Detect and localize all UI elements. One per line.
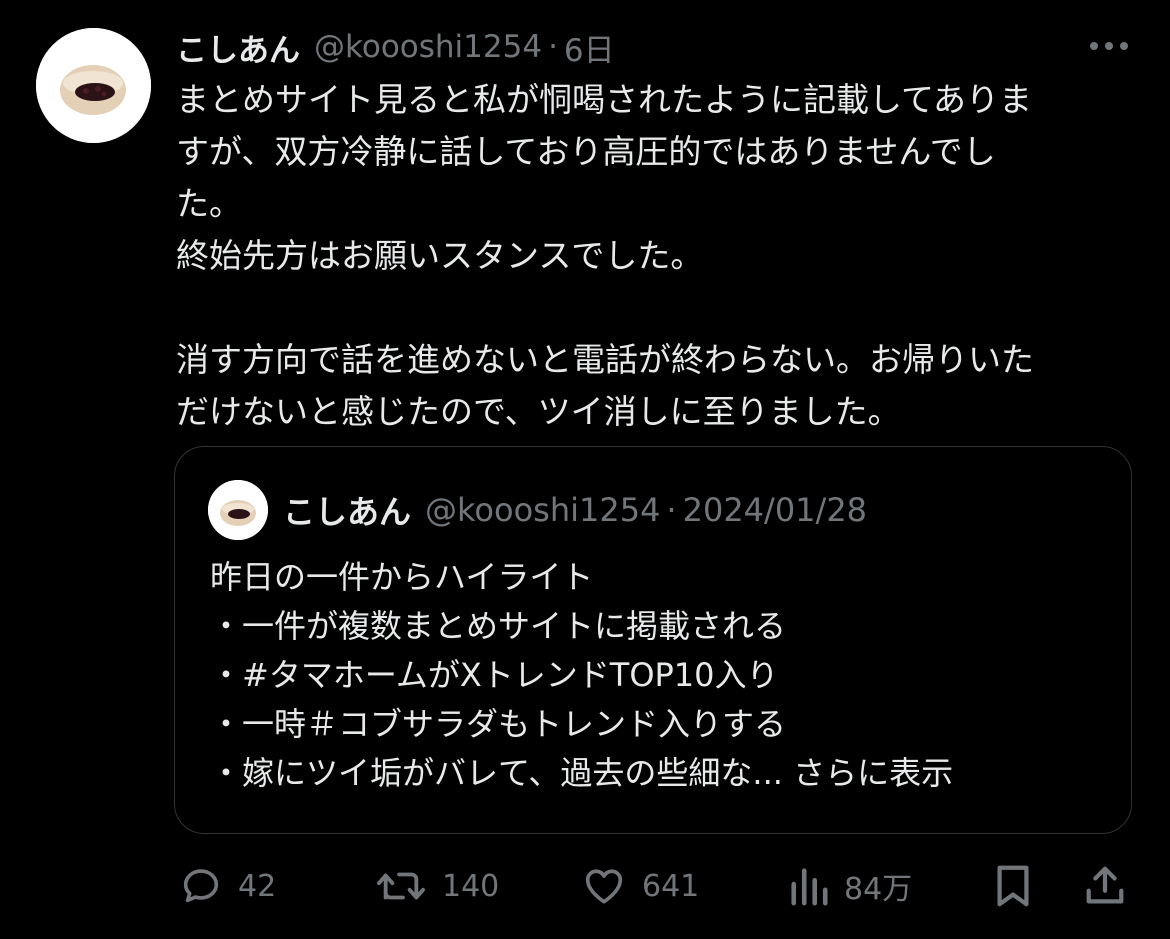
reply-button[interactable]: 42 [178,855,276,917]
quoted-text-line: ・一時＃コブサラダもトレンド入りする [210,705,787,743]
views-count: 84万 [844,872,913,907]
tweet-header: こしあん @koooshi1254 · 6日 [176,22,615,72]
quoted-text-last-line: ・嫁にツイ垢がバレて、過去の些細な... さらに表示 [210,749,1110,798]
action-bar: 42 140 641 84万 [0,855,1170,917]
avatar[interactable] [36,28,151,143]
quoted-display-name[interactable]: こしあん [283,487,411,533]
tweet-text-line: まとめサイト見ると私が恫喝されたように記載してありま [176,80,1033,119]
quoted-text-line: 昨日の一件からハイライト [210,558,594,596]
quoted-header: こしあん @koooshi1254 · 2024/01/28 [283,487,867,533]
bookmark-button[interactable] [990,855,1036,917]
show-more-link[interactable]: さらに表示 [793,754,953,792]
views-button[interactable]: 84万 [788,855,912,917]
quoted-separator-dot: · [666,491,677,529]
quoted-date[interactable]: 2024/01/28 [683,491,867,529]
tweet-text-line: た。 [176,184,242,223]
quoted-text-truncated: ・嫁にツイ垢がバレて、過去の些細な... [210,754,794,792]
tweet-text-blank-line [176,282,1136,334]
reply-count: 42 [238,868,277,904]
quoted-text-line: ・一件が複数まとめサイトに掲載される [210,607,787,645]
retweet-count: 140 [442,868,500,904]
quoted-avatar-image [208,480,268,540]
views-icon [791,868,828,906]
more-dots-icon [1090,42,1128,50]
quoted-avatar[interactable] [208,480,268,540]
quoted-text-line: ・#タマホームがXトレンドTOP10入り [210,656,779,694]
user-handle[interactable]: @koooshi1254 [314,29,542,65]
retweet-icon [377,872,425,900]
tweet-text-line: だけないと感じたので、ツイ消しに至りました。 [176,392,901,431]
tweet-text-line: 終始先方はお願いスタンスでした。 [176,236,704,275]
reply-icon [183,869,219,903]
avatar-image [36,28,151,143]
tweet-text: まとめサイト見ると私が恫喝されたように記載してありま すが、双方冷静に話しており… [176,74,1136,438]
tweet-text-line: すが、双方冷静に話しており高圧的ではありませんでし [176,132,996,171]
share-button[interactable] [1082,855,1128,917]
separator-dot: · [548,29,558,65]
more-options-button[interactable] [1084,28,1134,64]
display-name[interactable]: こしあん [176,25,300,70]
share-icon [1086,866,1124,904]
like-button[interactable]: 641 [580,855,699,917]
retweet-button[interactable]: 140 [374,855,499,917]
bookmark-icon [997,865,1029,907]
heart-icon [585,869,623,904]
quoted-text: 昨日の一件からハイライト ・一件が複数まとめサイトに掲載される ・#タマホームが… [210,553,1110,798]
quoted-user-handle[interactable]: @koooshi1254 [425,491,660,529]
tweet-text-line: 消す方向で話を進めないと電話が終わらない。お帰りいた [176,340,1034,379]
tweet[interactable]: こしあん @koooshi1254 · 6日 まとめサイト見ると私が恫喝されたよ… [0,0,1170,939]
timestamp[interactable]: 6日 [564,25,615,70]
like-count: 641 [642,868,700,904]
quoted-tweet[interactable]: こしあん @koooshi1254 · 2024/01/28 昨日の一件からハイ… [174,446,1132,834]
